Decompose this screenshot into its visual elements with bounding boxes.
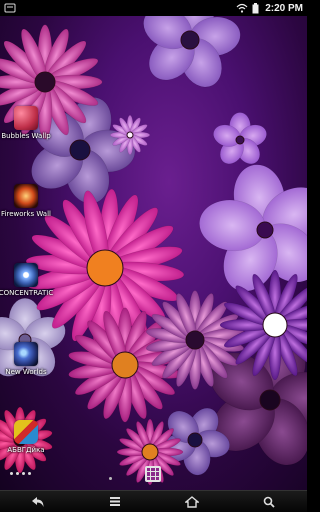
app-icon-new-worlds[interactable]: New Worlds: [0, 342, 58, 376]
menu-icon: [110, 497, 121, 506]
search-button[interactable]: [249, 491, 289, 512]
fireworks-wallpaper-icon: [14, 184, 38, 208]
flower: [143, 16, 241, 88]
app-icon-fireworks-wallpaper[interactable]: Fireworks Wall: [0, 184, 58, 218]
page-indicator-left: [10, 472, 31, 475]
back-icon: [32, 496, 44, 507]
app-label: Bubbles Wallp: [1, 132, 51, 140]
navigation-bar: [0, 490, 307, 512]
app-icon-concentration[interactable]: CONCENTRATIC: [0, 263, 58, 297]
concentration-icon: [14, 263, 38, 287]
app-icon-bubbles-wallpaper[interactable]: Bubbles Wallp: [0, 106, 58, 140]
abvgdeyka-icon: [14, 420, 38, 444]
home-button[interactable]: [172, 491, 212, 512]
menu-button[interactable]: [95, 491, 135, 512]
flower-wallpaper: [0, 16, 307, 486]
page-indicator-dot: [109, 477, 112, 480]
app-label: New Worlds: [5, 368, 47, 376]
app-icon-abvgdeyka[interactable]: АБВГДйка: [0, 420, 58, 454]
wifi-icon: [236, 3, 248, 13]
battery-icon: [252, 2, 259, 14]
notification-icon: [4, 3, 16, 13]
app-label: Fireworks Wall: [1, 210, 51, 218]
app-label: АБВГДйка: [7, 446, 45, 454]
app-drawer-button[interactable]: [145, 466, 161, 482]
back-button[interactable]: [18, 491, 58, 512]
search-icon: [263, 496, 275, 508]
home-icon: [184, 495, 199, 508]
bubbles-wallpaper-icon: [14, 106, 38, 130]
app-label: CONCENTRATIC: [0, 289, 54, 297]
new-worlds-icon: [14, 342, 38, 366]
home-screen: 2:20 PM Bubbles Wallp Fireworks Wall CON…: [0, 0, 307, 512]
live-wallpaper: [0, 16, 307, 490]
flower: [213, 112, 267, 165]
status-time: 2:20 PM: [265, 2, 303, 14]
status-bar: 2:20 PM: [0, 0, 307, 16]
